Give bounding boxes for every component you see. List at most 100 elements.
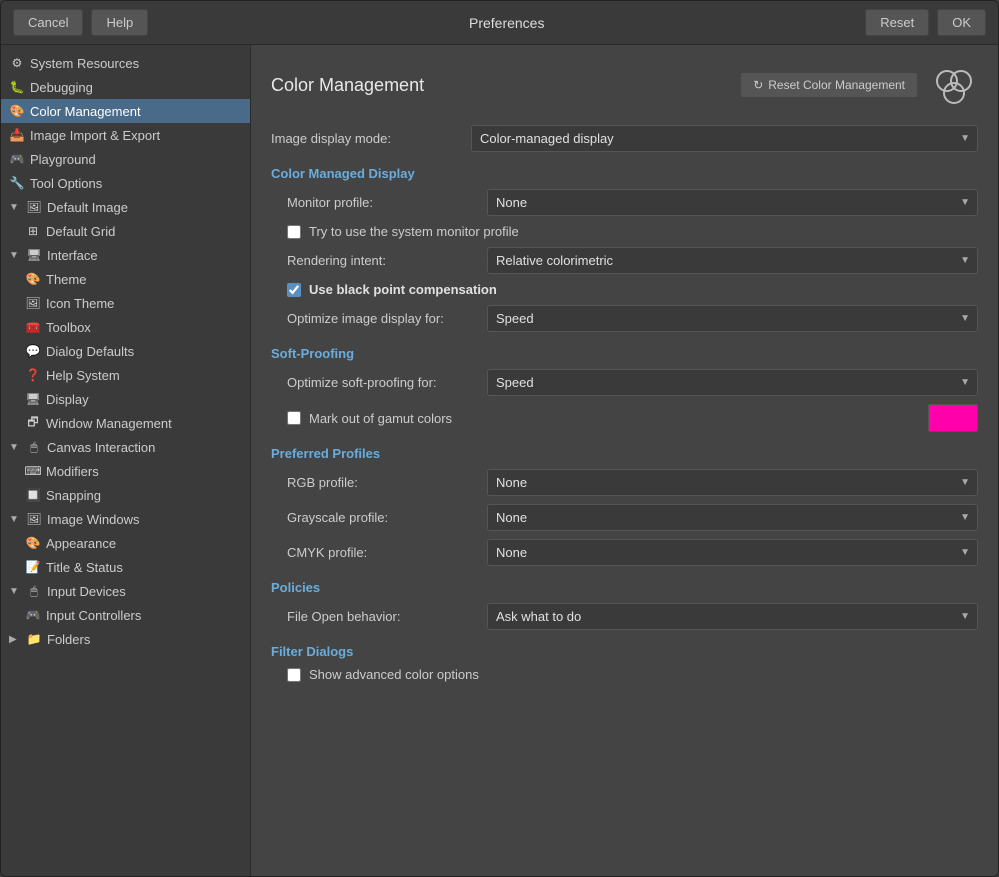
optimize-soft-proofing-select[interactable]: Speed — [487, 369, 978, 396]
toolbox-icon: 🧰 — [25, 319, 41, 335]
panel-header: Color Management ↻ Reset Color Managemen… — [271, 61, 978, 109]
sidebar-item-system-resources[interactable]: ⚙ System Resources — [1, 51, 250, 75]
monitor-profile-row: Monitor profile: None — [271, 189, 978, 216]
rendering-intent-label: Rendering intent: — [287, 253, 487, 268]
gamut-color-swatch[interactable] — [928, 404, 978, 432]
sidebar-item-label: Input Devices — [47, 584, 126, 599]
image-windows-icon: 🖼 — [26, 511, 42, 527]
sidebar: ⚙ System Resources 🐛 Debugging 🎨 Color M… — [1, 45, 251, 876]
rgb-profile-select[interactable]: None — [487, 469, 978, 496]
grayscale-profile-dropdown[interactable]: None — [487, 504, 978, 531]
sidebar-item-modifiers[interactable]: ⌨ Modifiers — [1, 459, 250, 483]
default-image-icon: 🖼 — [26, 199, 42, 215]
image-display-mode-select[interactable]: Color-managed display — [471, 125, 978, 152]
gamut-row: Mark out of gamut colors — [271, 404, 978, 432]
system-resources-icon: ⚙ — [9, 55, 25, 71]
cmyk-profile-label: CMYK profile: — [287, 545, 487, 560]
sidebar-item-label: Snapping — [46, 488, 101, 503]
optimize-soft-proofing-label: Optimize soft-proofing for: — [287, 375, 487, 390]
sidebar-item-default-image[interactable]: ▼ 🖼 Default Image — [1, 195, 250, 219]
sidebar-item-tool-options[interactable]: 🔧 Tool Options — [1, 171, 250, 195]
gamut-label[interactable]: Mark out of gamut colors — [309, 411, 452, 426]
sidebar-item-label: Color Management — [30, 104, 141, 119]
sidebar-item-default-grid[interactable]: ⊞ Default Grid — [1, 219, 250, 243]
system-monitor-checkbox[interactable] — [287, 225, 301, 239]
sidebar-item-color-management[interactable]: 🎨 Color Management — [1, 99, 250, 123]
sidebar-item-theme[interactable]: 🎨 Theme — [1, 267, 250, 291]
sidebar-item-image-windows[interactable]: ▼ 🖼 Image Windows — [1, 507, 250, 531]
reset-icon: ↻ — [753, 78, 763, 92]
grayscale-profile-select[interactable]: None — [487, 504, 978, 531]
rgb-profile-dropdown[interactable]: None — [487, 469, 978, 496]
sidebar-item-label: Appearance — [46, 536, 116, 551]
optimize-display-select[interactable]: Speed — [487, 305, 978, 332]
expand-arrow-icon: ▼ — [9, 202, 21, 213]
cmyk-profile-select[interactable]: None — [487, 539, 978, 566]
expand-arrow-icon: ▶ — [9, 634, 21, 645]
image-display-mode-row: Image display mode: Color-managed displa… — [271, 125, 978, 152]
sidebar-item-help-system[interactable]: ❓ Help System — [1, 363, 250, 387]
image-display-mode-dropdown[interactable]: Color-managed display — [471, 125, 978, 152]
sidebar-item-interface[interactable]: ▼ 🖥 Interface — [1, 243, 250, 267]
gamut-checkbox-group: Mark out of gamut colors — [287, 411, 452, 426]
sidebar-item-label: Input Controllers — [46, 608, 141, 623]
image-import-export-icon: 📥 — [9, 127, 25, 143]
color-management-panel: Color Management ↻ Reset Color Managemen… — [251, 45, 998, 876]
sidebar-item-display[interactable]: 🖥 Display — [1, 387, 250, 411]
sidebar-item-window-management[interactable]: 🗗 Window Management — [1, 411, 250, 435]
monitor-profile-select[interactable]: None — [487, 189, 978, 216]
ok-button[interactable]: OK — [937, 9, 986, 36]
snapping-icon: 🔲 — [25, 487, 41, 503]
preferred-profiles-section: Preferred Profiles — [271, 446, 978, 461]
gamut-checkbox[interactable] — [287, 411, 301, 425]
sidebar-item-input-controllers[interactable]: 🎮 Input Controllers — [1, 603, 250, 627]
color-management-icon: 🎨 — [9, 103, 25, 119]
expand-arrow-icon: ▼ — [9, 586, 21, 597]
sidebar-item-label: Icon Theme — [46, 296, 114, 311]
black-point-label[interactable]: Use black point compensation — [309, 282, 497, 297]
color-managed-display-section: Color Managed Display — [271, 166, 978, 181]
sidebar-item-debugging[interactable]: 🐛 Debugging — [1, 75, 250, 99]
show-advanced-label[interactable]: Show advanced color options — [309, 667, 479, 682]
help-button[interactable]: Help — [91, 9, 148, 36]
show-advanced-row: Show advanced color options — [271, 667, 978, 682]
sidebar-item-appearance[interactable]: 🎨 Appearance — [1, 531, 250, 555]
sidebar-item-toolbox[interactable]: 🧰 Toolbox — [1, 315, 250, 339]
sidebar-item-label: Default Grid — [46, 224, 115, 239]
sidebar-item-dialog-defaults[interactable]: 💬 Dialog Defaults — [1, 339, 250, 363]
rendering-intent-select[interactable]: Relative colorimetric — [487, 247, 978, 274]
cmyk-profile-dropdown[interactable]: None — [487, 539, 978, 566]
black-point-checkbox[interactable] — [287, 283, 301, 297]
cmyk-profile-row: CMYK profile: None — [271, 539, 978, 566]
icon-theme-icon: 🖼 — [25, 295, 41, 311]
sidebar-item-icon-theme[interactable]: 🖼 Icon Theme — [1, 291, 250, 315]
main-content: ⚙ System Resources 🐛 Debugging 🎨 Color M… — [1, 45, 998, 876]
file-open-behavior-dropdown[interactable]: Ask what to do — [487, 603, 978, 630]
sidebar-item-snapping[interactable]: 🔲 Snapping — [1, 483, 250, 507]
panel-title: Color Management — [271, 75, 424, 96]
file-open-behavior-select[interactable]: Ask what to do — [487, 603, 978, 630]
reset-color-management-button[interactable]: ↻ Reset Color Management — [740, 72, 918, 98]
sidebar-item-canvas-interaction[interactable]: ▼ 🖱 Canvas Interaction — [1, 435, 250, 459]
sidebar-item-image-import-export[interactable]: 📥 Image Import & Export — [1, 123, 250, 147]
optimize-display-dropdown[interactable]: Speed — [487, 305, 978, 332]
expand-arrow-icon: ▼ — [9, 514, 21, 525]
sidebar-item-folders[interactable]: ▶ 📁 Folders — [1, 627, 250, 651]
titlebar-right-buttons: Reset OK — [865, 9, 986, 36]
monitor-profile-dropdown[interactable]: None — [487, 189, 978, 216]
sidebar-item-input-devices[interactable]: ▼ 🖱 Input Devices — [1, 579, 250, 603]
rendering-intent-dropdown[interactable]: Relative colorimetric — [487, 247, 978, 274]
sidebar-item-title-status[interactable]: 📝 Title & Status — [1, 555, 250, 579]
sidebar-item-label: Image Windows — [47, 512, 139, 527]
help-system-icon: ❓ — [25, 367, 41, 383]
show-advanced-checkbox[interactable] — [287, 668, 301, 682]
optimize-soft-proofing-dropdown[interactable]: Speed — [487, 369, 978, 396]
reset-button[interactable]: Reset — [865, 9, 929, 36]
cancel-button[interactable]: Cancel — [13, 9, 83, 36]
dialog-defaults-icon: 💬 — [25, 343, 41, 359]
sidebar-item-label: Window Management — [46, 416, 172, 431]
input-controllers-icon: 🎮 — [25, 607, 41, 623]
system-monitor-label[interactable]: Try to use the system monitor profile — [309, 224, 519, 239]
sidebar-item-label: Canvas Interaction — [47, 440, 155, 455]
sidebar-item-playground[interactable]: 🎮 Playground — [1, 147, 250, 171]
